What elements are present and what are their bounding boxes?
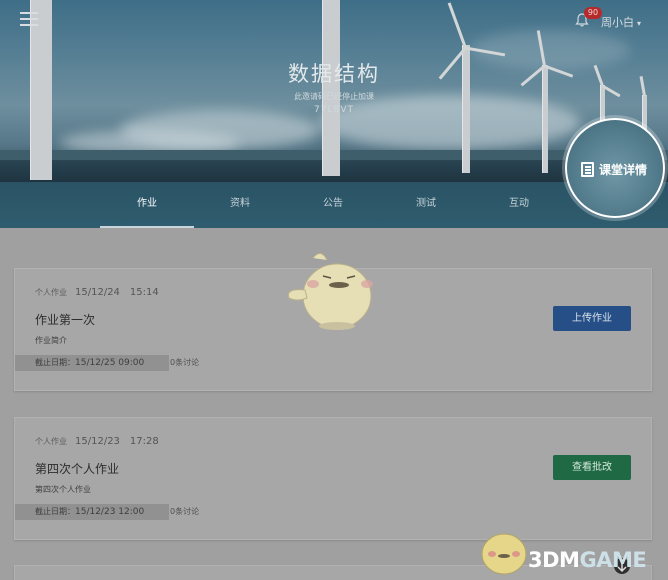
invite-status: 此邀请码已经停止加课 [294,92,374,101]
assignment-type: 个人作业 [35,288,67,297]
assignment-title[interactable]: 第四次个人作业 [35,460,119,477]
deadline-label: 截止日期： [35,507,75,516]
course-title: 数据结构 [288,62,380,86]
user-menu[interactable]: 周小白 ▾ [601,14,641,30]
deadline-value: 15/12/25 09:00 [75,358,145,368]
tab-bar: 作业 资料 公告 测试 互动 [0,182,668,228]
assignment-time: 17:28 [129,436,159,447]
assignment-card[interactable]: 个人作业 15/12/23 17:28 第四次个人作业 第四次个人作业 截止日期：1… [14,417,652,540]
assignment-date: 15/12/23 [75,436,120,447]
assignment-description: 第四次个人作业 [35,485,91,494]
view-grading-button[interactable]: 查看批改 [553,455,631,480]
assignment-deadline: 截止日期：15/12/23 12:00 [15,504,169,520]
chevron-down-icon: ▾ [637,19,642,28]
menu-icon[interactable] [20,12,38,28]
notification-badge: 90 [584,7,602,19]
deadline-value: 15/12/23 12:00 [75,507,145,517]
assignment-meta: 个人作业 15/12/23 17:28 [35,436,159,447]
chick-mascot-icon [287,253,373,330]
tab-interaction[interactable]: 互动 [472,182,566,228]
tab-tests[interactable]: 测试 [379,182,473,228]
invite-code: 77LBVT [313,105,355,115]
assignment-deadline: 截止日期：15/12/25 09:00 [15,355,169,371]
username: 周小白 [601,16,634,29]
assignment-type: 个人作业 [35,437,67,446]
assignment-time: 15:14 [129,287,159,298]
discussion-count[interactable]: 0条讨论 [170,504,199,520]
document-icon [581,162,594,177]
discussion-count[interactable]: 0条讨论 [170,355,199,371]
tab-materials[interactable]: 资料 [193,182,287,228]
tab-homework[interactable]: 作业 [100,182,194,228]
course-detail-button[interactable]: 课堂详情 [565,118,665,218]
course-detail-label: 课堂详情 [599,163,648,177]
tab-announcements[interactable]: 公告 [286,182,380,228]
assignment-meta: 个人作业 15/12/24 15:14 [35,287,159,298]
assignment-description: 作业简介 [35,336,67,345]
deadline-label: 截止日期： [35,358,75,367]
watermark-logo: 3DMGAME [528,548,647,572]
upload-homework-button[interactable]: 上传作业 [553,306,631,331]
assignment-title[interactable]: 作业第一次 [35,311,95,328]
assignment-date: 15/12/24 [75,287,120,298]
